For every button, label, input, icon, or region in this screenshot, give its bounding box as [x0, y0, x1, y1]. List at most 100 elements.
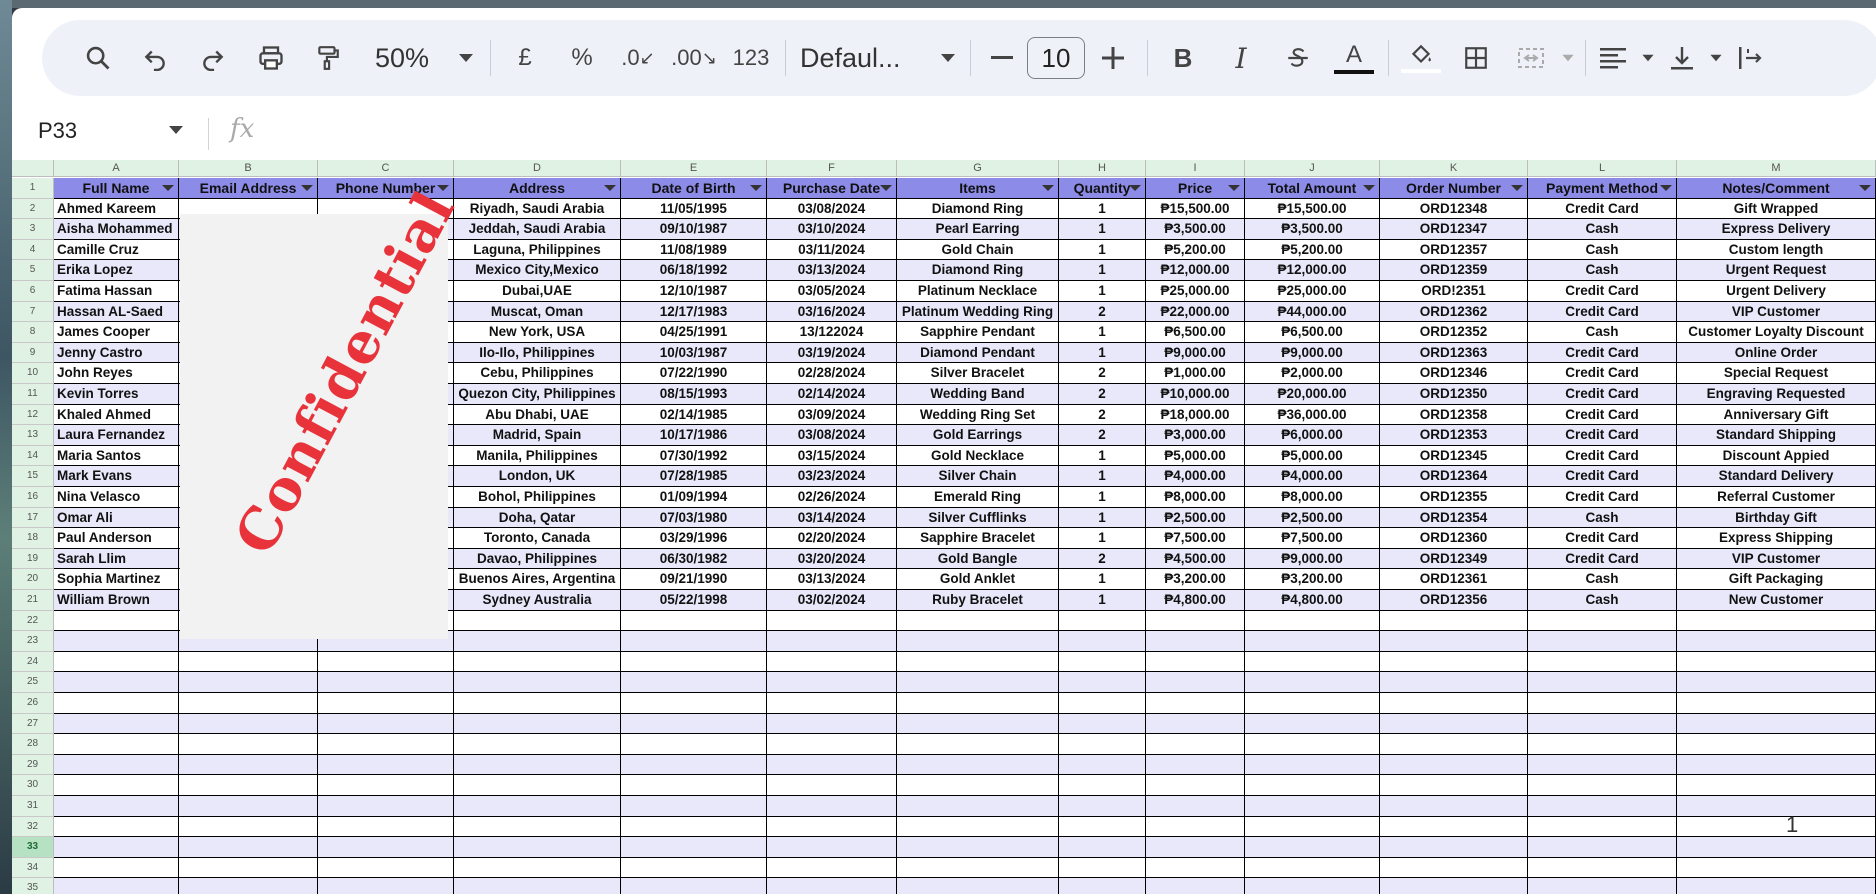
table-cell[interactable]: Toronto, Canada	[454, 528, 621, 549]
table-cell[interactable]: Nina Velasco	[54, 487, 179, 508]
table-cell[interactable]: Gift Wrapped	[1677, 198, 1876, 220]
table-cell[interactable]: ₱8,000.00	[1146, 487, 1245, 508]
decrease-decimals-button[interactable]: .0 ↙	[611, 36, 665, 80]
currency-format-button[interactable]: £	[497, 36, 553, 80]
undo-icon[interactable]	[126, 36, 184, 80]
table-cell[interactable]: ORD12357	[1380, 239, 1528, 261]
table-cell[interactable]	[621, 713, 767, 735]
table-cell[interactable]: Diamond Ring	[897, 260, 1059, 281]
table-cell[interactable]: Omar Ali	[54, 507, 179, 529]
table-cell[interactable]	[1245, 878, 1380, 894]
table-cell[interactable]	[179, 878, 318, 894]
row-header-23[interactable]: 23	[12, 631, 54, 652]
table-cell[interactable]: ₱22,000.00	[1146, 301, 1245, 323]
table-cell[interactable]: Urgent Request	[1677, 260, 1876, 281]
table-cell[interactable]: ₱10,000.00	[1146, 384, 1245, 405]
table-cell[interactable]	[179, 816, 318, 838]
table-cell[interactable]: 1	[1059, 507, 1146, 529]
column-header-cell[interactable]: Full Name	[54, 178, 179, 199]
row-header-25[interactable]: 25	[12, 672, 54, 693]
paint-format-icon[interactable]	[300, 36, 356, 80]
table-cell[interactable]	[1528, 837, 1677, 858]
table-cell[interactable]	[621, 857, 767, 879]
table-cell[interactable]	[767, 631, 897, 652]
table-cell[interactable]: Quezon City, Philippines	[454, 384, 621, 405]
table-cell[interactable]: 02/26/2024	[767, 487, 897, 508]
table-cell[interactable]: ₱5,200.00	[1146, 239, 1245, 261]
table-cell[interactable]: 03/10/2024	[767, 219, 897, 240]
table-cell[interactable]	[1528, 631, 1677, 652]
table-cell[interactable]: ORD12345	[1380, 445, 1528, 467]
table-cell[interactable]: 1	[1059, 466, 1146, 487]
table-cell[interactable]: 1	[1059, 590, 1146, 611]
table-cell[interactable]: Platinum Wedding Ring	[897, 301, 1059, 323]
table-cell[interactable]: Riyadh, Saudi Arabia	[454, 198, 621, 220]
table-cell[interactable]	[767, 775, 897, 796]
table-cell[interactable]	[1677, 693, 1876, 714]
table-cell[interactable]: Credit Card	[1528, 445, 1677, 467]
table-cell[interactable]: Special Request	[1677, 363, 1876, 384]
table-cell[interactable]: Custom length	[1677, 239, 1876, 261]
zoom-dropdown-icon[interactable]	[448, 36, 484, 80]
table-cell[interactable]	[454, 878, 621, 894]
increase-font-icon[interactable]	[1085, 36, 1141, 80]
filter-dropdown-icon[interactable]	[162, 185, 174, 191]
table-cell[interactable]	[1677, 878, 1876, 894]
table-cell[interactable]: ORD12354	[1380, 507, 1528, 529]
table-cell[interactable]	[1146, 631, 1245, 652]
table-cell[interactable]: 09/10/1987	[621, 219, 767, 240]
table-cell[interactable]: ₱44,000.00	[1245, 301, 1380, 323]
column-header-h[interactable]: H	[1059, 160, 1146, 177]
row-header-22[interactable]: 22	[12, 610, 54, 632]
borders-icon[interactable]	[1447, 36, 1505, 80]
table-cell[interactable]	[454, 857, 621, 879]
table-cell[interactable]: ORD12362	[1380, 301, 1528, 323]
table-cell[interactable]: 03/20/2024	[767, 548, 897, 570]
table-cell[interactable]	[179, 713, 318, 735]
table-cell[interactable]: ₱2,500.00	[1245, 507, 1380, 529]
table-cell[interactable]: Doha, Qatar	[454, 507, 621, 529]
table-cell[interactable]: ₱5,000.00	[1146, 445, 1245, 467]
table-cell[interactable]: Credit Card	[1528, 301, 1677, 323]
table-cell[interactable]: Wedding Ring Set	[897, 404, 1059, 426]
table-cell[interactable]: 2	[1059, 425, 1146, 446]
table-cell[interactable]	[897, 857, 1059, 879]
merge-cells-icon[interactable]	[1505, 36, 1557, 80]
filter-dropdown-icon[interactable]	[1363, 185, 1375, 191]
table-cell[interactable]	[621, 754, 767, 776]
table-cell[interactable]	[897, 610, 1059, 632]
table-cell[interactable]: ₱3,500.00	[1245, 219, 1380, 240]
row-header-30[interactable]: 30	[12, 775, 54, 796]
row-header-11[interactable]: 11	[12, 384, 54, 405]
row-header-5[interactable]: 5	[12, 260, 54, 281]
table-cell[interactable]: ORD12358	[1380, 404, 1528, 426]
table-cell[interactable]: ₱4,500.00	[1146, 548, 1245, 570]
table-cell[interactable]: ₱25,000.00	[1245, 281, 1380, 302]
table-cell[interactable]	[767, 754, 897, 776]
table-cell[interactable]	[621, 796, 767, 817]
table-cell[interactable]	[1528, 857, 1677, 879]
table-cell[interactable]	[621, 734, 767, 755]
table-cell[interactable]: ORD12352	[1380, 322, 1528, 343]
table-cell[interactable]: 13/122024	[767, 322, 897, 343]
table-cell[interactable]: Jenny Castro	[54, 342, 179, 364]
column-header-b[interactable]: B	[179, 160, 318, 177]
table-cell[interactable]: ORD12359	[1380, 260, 1528, 281]
table-cell[interactable]: 03/14/2024	[767, 507, 897, 529]
table-cell[interactable]: Silver Bracelet	[897, 363, 1059, 384]
table-cell[interactable]	[1059, 672, 1146, 693]
italic-button[interactable]: I	[1212, 36, 1270, 80]
table-cell[interactable]: ₱15,500.00	[1245, 198, 1380, 220]
table-cell[interactable]	[318, 713, 454, 735]
table-cell[interactable]	[1059, 713, 1146, 735]
more-formats-button[interactable]: 123	[723, 36, 779, 80]
table-cell[interactable]: Customer Loyalty Discount	[1677, 322, 1876, 343]
table-cell[interactable]	[1380, 878, 1528, 894]
table-cell[interactable]: Anniversary Gift	[1677, 404, 1876, 426]
table-cell[interactable]	[1528, 816, 1677, 838]
table-cell[interactable]	[179, 754, 318, 776]
row-header-8[interactable]: 8	[12, 322, 54, 343]
table-cell[interactable]: 07/22/1990	[621, 363, 767, 384]
table-cell[interactable]: ₱5,000.00	[1245, 445, 1380, 467]
row-header-4[interactable]: 4	[12, 239, 54, 261]
